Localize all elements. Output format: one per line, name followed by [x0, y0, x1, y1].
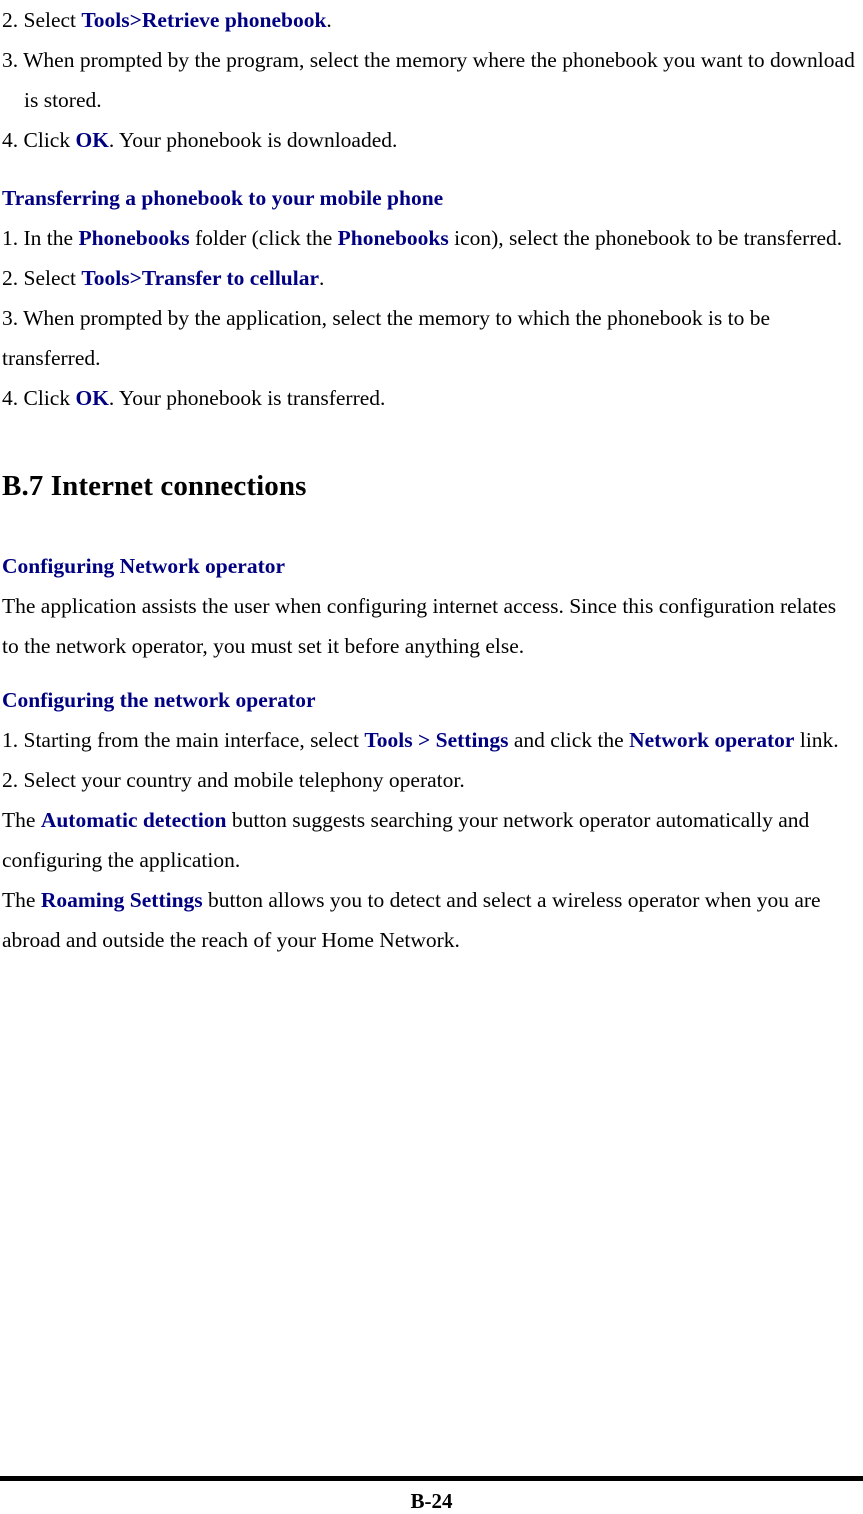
- button-label-emphasis: OK: [75, 386, 109, 410]
- step-text-prefix: 2. Select: [2, 8, 82, 32]
- step-text-suffix: .: [319, 266, 325, 290]
- menu-settings-emphasis: Settings: [435, 728, 509, 752]
- step-text-prefix: 1. In the: [2, 226, 79, 250]
- button-name-emphasis: Automatic detection: [40, 808, 227, 832]
- list-item-config-step-1: 1. Starting from the main interface, sel…: [2, 720, 857, 760]
- subheading-transferring-phonebook: Transferring a phonebook to your mobile …: [2, 186, 444, 210]
- step-text-prefix: 2. Select: [2, 266, 82, 290]
- step-text-suffix: . Your phonebook is downloaded.: [108, 128, 398, 152]
- button-label-emphasis: OK: [75, 128, 109, 152]
- paragraph-text-prefix: The: [2, 808, 41, 832]
- paragraph-roaming-settings: The Roaming Settings button allows you t…: [2, 880, 857, 960]
- list-item-config-step-2: 2. Select your country and mobile teleph…: [2, 768, 465, 792]
- step-text-suffix: icon), select the phonebook to be transf…: [448, 226, 843, 250]
- step-text-middle: folder (click the: [189, 226, 338, 250]
- subheading-configuring-network-operator: Configuring Network operator: [2, 554, 286, 578]
- list-item-download-step-2: 2. Select Tools>Retrieve phonebook.: [2, 0, 857, 40]
- list-item-transfer-step-1: 1. In the Phonebooks folder (click the P…: [2, 218, 857, 258]
- step-text-prefix: 4. Click: [2, 386, 76, 410]
- list-item-download-step-4: 4. Click OK. Your phonebook is downloade…: [2, 120, 857, 160]
- menu-path-emphasis: Tools>Retrieve phonebook: [81, 8, 327, 32]
- section-heading-b7: B.7 Internet connections: [2, 470, 307, 502]
- paragraph-application-assists: The application assists the user when co…: [2, 594, 837, 658]
- menu-separator: >: [412, 728, 436, 752]
- folder-name-emphasis: Phonebooks: [78, 226, 190, 250]
- list-item-transfer-step-4: 4. Click OK. Your phonebook is transferr…: [2, 378, 857, 418]
- step-text-suffix: .: [326, 8, 332, 32]
- icon-name-emphasis: Phonebooks: [337, 226, 449, 250]
- step-text-suffix: . Your phonebook is transferred.: [108, 386, 386, 410]
- subheading-configuring-the-network-operator: Configuring the network operator: [2, 688, 316, 712]
- document-page: 2. Select Tools>Retrieve phonebook. 3. W…: [0, 0, 863, 1513]
- page-number: B-24: [410, 1489, 453, 1513]
- menu-tools-emphasis: Tools: [364, 728, 413, 752]
- list-item-download-step-3: 3. When prompted by the program, select …: [2, 48, 855, 112]
- step-text-middle: and click the: [508, 728, 630, 752]
- list-item-transfer-step-2: 2. Select Tools>Transfer to cellular.: [2, 258, 857, 298]
- paragraph-text-prefix: The: [2, 888, 41, 912]
- step-text-suffix: link.: [794, 728, 839, 752]
- paragraph-automatic-detection: The Automatic detection button suggests …: [2, 800, 857, 880]
- footer-divider-rule: [0, 1476, 863, 1481]
- step-text-prefix: 1. Starting from the main interface, sel…: [2, 728, 365, 752]
- menu-path-emphasis: Tools>Transfer to cellular: [81, 266, 320, 290]
- list-item-transfer-step-3: 3. When prompted by the application, sel…: [2, 306, 771, 370]
- step-text-prefix: 4. Click: [2, 128, 76, 152]
- button-name-emphasis: Roaming Settings: [40, 888, 203, 912]
- link-name-emphasis: Network operator: [629, 728, 795, 752]
